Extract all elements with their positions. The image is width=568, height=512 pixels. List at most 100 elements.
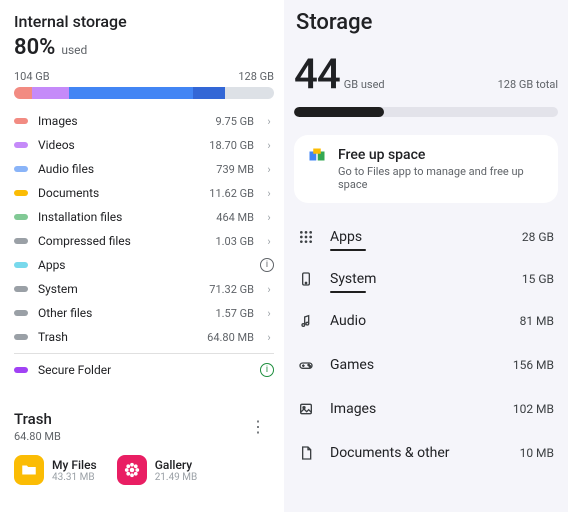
capacity-row: 104 GB 128 GB — [14, 70, 274, 83]
free-up-subtitle: Go to Files app to manage and free up sp… — [338, 165, 544, 191]
color-dot — [14, 334, 28, 340]
note-icon — [298, 313, 316, 329]
category-row[interactable]: Apps 28 GB — [294, 215, 558, 259]
trash-header: Trash 64.80 MB ⋮ — [14, 410, 274, 443]
percent-label: used — [61, 43, 87, 57]
category-label: Images — [38, 114, 205, 128]
doc-icon — [298, 445, 316, 461]
percent-value: 80% — [14, 35, 55, 60]
color-dot — [14, 118, 28, 124]
category-row[interactable]: Compressed files 1.03 GB › — [14, 229, 274, 253]
category-row[interactable]: System71.32 GB› — [14, 277, 274, 301]
info-icon[interactable]: i — [260, 258, 274, 272]
category-list: Apps 28 GB System 15 GB Audio 81 MB Games156 M… — [294, 215, 558, 475]
category-label: Documents & other — [330, 445, 506, 461]
more-button[interactable]: ⋮ — [242, 413, 274, 440]
chevron-right-icon: › — [264, 283, 274, 296]
app-size: 43.31 MB — [52, 472, 97, 483]
app-name: My Files — [52, 458, 97, 472]
page-title: Storage — [294, 10, 558, 35]
category-size: 81 MB — [520, 314, 554, 328]
category-row[interactable]: Games156 MB — [294, 343, 558, 387]
category-row[interactable]: Trash64.80 MB› — [14, 325, 274, 349]
secure-folder-row[interactable]: Secure Folder i — [14, 358, 274, 382]
category-label: Apps — [330, 229, 508, 245]
category-size: 18.70 GB — [209, 139, 254, 152]
category-row[interactable]: Installation files 464 MB › — [14, 205, 274, 229]
free-up-space-card[interactable]: Free up space Go to Files app to manage … — [294, 135, 558, 203]
divider — [14, 353, 274, 354]
color-dot — [14, 262, 28, 268]
trash-title: Trash — [14, 410, 61, 428]
chevron-right-icon: › — [264, 331, 274, 344]
category-size: 1.03 GB — [215, 235, 254, 248]
chevron-right-icon: › — [264, 139, 274, 152]
category-label: Documents — [38, 186, 199, 200]
color-dot — [14, 142, 28, 148]
storage-bar — [14, 87, 274, 99]
color-dot — [14, 310, 28, 316]
category-row[interactable]: Appsi — [14, 253, 274, 277]
category-row[interactable]: Other files 1.57 GB › — [14, 301, 274, 325]
app-name: Gallery — [155, 458, 198, 472]
category-size: 11.62 GB — [209, 187, 254, 200]
category-size: 28 GB — [522, 230, 554, 244]
category-label: Videos — [38, 138, 199, 152]
color-dot — [14, 286, 28, 292]
used-unit: GB used — [344, 78, 385, 91]
internal-storage-pane: Internal storage 80% used 104 GB 128 GB … — [0, 0, 284, 512]
info-icon[interactable]: i — [260, 363, 274, 377]
category-row[interactable]: Videos 18.70 GB › — [14, 133, 274, 157]
category-size: 739 MB — [216, 163, 254, 176]
usage-summary: 44 GB used 128 GB total — [294, 50, 558, 99]
category-label: Audio — [330, 313, 506, 329]
category-row[interactable]: Images 9.75 GB › — [14, 109, 274, 133]
category-row[interactable]: Documents & other10 MB — [294, 431, 558, 475]
color-dot — [14, 238, 28, 244]
category-size: 9.75 GB — [215, 115, 254, 128]
secure-folder-label: Secure Folder — [38, 363, 250, 377]
used-label: 104 GB — [14, 70, 50, 83]
flower-icon — [117, 455, 147, 485]
category-label: Installation files — [38, 210, 206, 224]
category-label: Apps — [38, 258, 250, 272]
trash-app[interactable]: My Files43.31 MB — [14, 455, 97, 485]
category-list: Images9.75 GB›Videos18.70 GB›Audio files… — [14, 109, 274, 349]
trash-app[interactable]: Gallery21.49 MB — [117, 455, 198, 485]
category-row[interactable]: Images 102 MB — [294, 387, 558, 431]
chevron-right-icon: › — [264, 211, 274, 224]
category-size: 464 MB — [216, 211, 254, 224]
grid-icon — [298, 229, 316, 245]
category-row[interactable]: Audio files 739 MB › — [14, 157, 274, 181]
used-amount: 44 — [294, 50, 340, 99]
category-bar — [330, 291, 366, 293]
storage-bar — [294, 107, 558, 117]
category-size: 15 GB — [522, 272, 554, 286]
category-bar — [330, 249, 366, 251]
color-dot — [14, 367, 28, 373]
chevron-right-icon: › — [264, 115, 274, 128]
category-label: Images — [330, 401, 499, 417]
category-size: 102 MB — [513, 402, 554, 416]
chevron-right-icon: › — [264, 307, 274, 320]
category-label: Compressed files — [38, 234, 205, 248]
category-label: System — [330, 271, 508, 287]
files-icon — [308, 147, 326, 165]
color-dot — [14, 214, 28, 220]
game-icon — [298, 357, 316, 373]
folder-icon — [14, 455, 44, 485]
category-label: Trash — [38, 330, 197, 344]
category-label: Other files — [38, 306, 205, 320]
page-title: Internal storage — [14, 12, 274, 31]
category-size: 1.57 GB — [215, 307, 254, 320]
chevron-right-icon: › — [264, 235, 274, 248]
color-dot — [14, 166, 28, 172]
category-row[interactable]: Audio 81 MB — [294, 299, 558, 343]
storage-bar-fill — [294, 107, 384, 117]
category-size: 71.32 GB — [209, 283, 254, 296]
category-label: Audio files — [38, 162, 206, 176]
trash-apps: My Files43.31 MB Gallery21.49 MB — [14, 455, 274, 485]
category-row[interactable]: System 15 GB — [294, 257, 558, 301]
chevron-right-icon: › — [264, 163, 274, 176]
category-row[interactable]: Documents11.62 GB› — [14, 181, 274, 205]
